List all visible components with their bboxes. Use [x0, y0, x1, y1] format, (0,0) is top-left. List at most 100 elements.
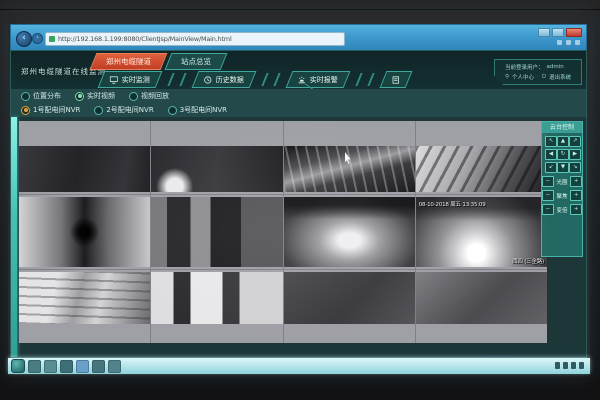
toolbar-divider — [167, 73, 186, 86]
camera-tile[interactable] — [19, 121, 150, 194]
radio-dot — [75, 92, 84, 101]
history-data-button[interactable]: 历史数据 — [192, 71, 257, 88]
monitor-icon — [110, 75, 118, 83]
taskbar-app-icon[interactable] — [44, 360, 57, 373]
camera-tile[interactable] — [416, 270, 547, 343]
iris-plus-button[interactable]: + — [570, 176, 582, 187]
minimize-button[interactable] — [538, 28, 550, 37]
tray-icon[interactable] — [555, 362, 560, 369]
pan-up-button[interactable]: ▲ — [557, 136, 569, 147]
monitoring-app: 郑州电缆隧道在线监测 郑州电缆隧道 站点总览 实时监测 — [10, 50, 587, 358]
pan-down-left-button[interactable]: ↙ — [545, 162, 557, 173]
history-clock-icon — [204, 75, 212, 83]
radio-nvr-2[interactable]: 2号配电间NVR — [94, 105, 153, 115]
address-bar[interactable]: http://192.168.1.199:8080/ClientJsp/Main… — [45, 32, 345, 46]
camera-tile[interactable] — [151, 121, 282, 194]
view-mode-row: 位置分布 实时视频 视频回放 — [11, 89, 586, 103]
tray-icon[interactable] — [563, 362, 568, 369]
zoom-label: 变倍 — [556, 206, 569, 214]
auto-scan-button[interactable]: ↻ — [557, 149, 569, 160]
radio-label: 1号配电间NVR — [33, 105, 80, 115]
button-label: 历史数据 — [216, 74, 244, 84]
logout-link[interactable]: 退出系统 — [549, 73, 571, 81]
settings-icon[interactable] — [575, 40, 580, 45]
pan-up-left-button[interactable]: ↖ — [545, 136, 557, 147]
camera-tile[interactable] — [151, 195, 282, 268]
toolbar-divider — [261, 73, 280, 86]
camera-tile[interactable] — [19, 195, 150, 268]
tab-site-overview[interactable]: 站点总览 — [165, 53, 228, 70]
radio-dot — [21, 92, 30, 101]
pan-left-button[interactable]: ◀ — [545, 149, 557, 160]
forward-button[interactable]: › — [32, 33, 43, 44]
ptz-panel-title: 云台控制 — [542, 122, 582, 133]
monitor-bezel-edge — [0, 9, 600, 10]
taskbar-app-icon[interactable] — [76, 360, 89, 373]
camera-feed — [19, 146, 150, 192]
nvr-select-row: 1号配电间NVR 2号配电间NVR 3号配电间NVR — [11, 103, 586, 117]
monitor-screen: ‹ › http://192.168.1.199:8080/ClientJsp/… — [8, 12, 590, 374]
filter-bar: 位置分布 实时视频 视频回放 1号配电间NVR 2号配电间N — [11, 89, 586, 118]
radio-live-video[interactable]: 实时视频 — [75, 91, 115, 101]
radio-location-map[interactable]: 位置分布 — [21, 91, 61, 101]
profile-link[interactable]: 个人中心 — [512, 73, 534, 81]
camera-tile[interactable] — [284, 270, 415, 343]
person-icon: ⚲ — [505, 74, 509, 80]
main-content: 08-10-2018 周五 13:35:09 西四 (三全路) 云台控制 ↖ ▲… — [11, 117, 586, 357]
button-label: 实时报警 — [310, 74, 338, 84]
camera-feed — [19, 197, 150, 266]
iris-minus-button[interactable]: − — [542, 176, 554, 187]
radio-label: 2号配电间NVR — [106, 105, 153, 115]
back-button[interactable]: ‹ — [16, 31, 32, 47]
browser-toolbar-icons — [557, 40, 580, 45]
radio-video-playback[interactable]: 视频回放 — [129, 91, 169, 101]
focus-plus-button[interactable]: + — [570, 190, 582, 201]
url-text[interactable]: http://192.168.1.199:8080/ClientJsp/Main… — [58, 35, 232, 43]
camera-tile[interactable] — [151, 270, 282, 343]
camera-feed — [416, 146, 547, 192]
camera-tile[interactable] — [19, 270, 150, 343]
pan-down-right-button[interactable]: ↘ — [569, 162, 581, 173]
taskbar-app-icon[interactable] — [28, 360, 41, 373]
camera-grid: 08-10-2018 周五 13:35:09 西四 (三全路) — [19, 121, 547, 343]
alarm-light-icon — [298, 75, 306, 83]
pan-right-button[interactable]: ▶ — [569, 149, 581, 160]
camera-tile[interactable] — [416, 121, 547, 194]
close-button[interactable] — [566, 28, 582, 37]
zoom-plus-button[interactable]: + — [570, 204, 582, 215]
user-info-panel: 当前登录用户： admin ⚲ 个人中心 · ⏻ 退出系统 — [494, 59, 582, 85]
login-user-line: 当前登录用户： admin — [505, 63, 581, 71]
favorites-icon[interactable] — [557, 40, 562, 45]
main-tabs: 郑州电缆隧道 站点总览 — [93, 53, 224, 68]
power-icon: ⏻ — [542, 74, 546, 81]
radio-nvr-3[interactable]: 3号配电间NVR — [168, 105, 227, 115]
radio-dot — [94, 106, 103, 115]
maximize-button[interactable] — [552, 28, 564, 37]
camera-feed — [284, 197, 415, 266]
tab-cable-tunnel[interactable]: 郑州电缆隧道 — [90, 53, 168, 70]
tray-icon[interactable] — [579, 362, 584, 369]
camera-tile[interactable]: 08-10-2018 周五 13:35:09 西四 (三全路) — [416, 195, 547, 268]
iris-control-row: − 光圈 + — [542, 176, 582, 187]
login-label: 当前登录用户： — [505, 63, 544, 71]
pan-down-button[interactable]: ▼ — [557, 162, 569, 173]
realtime-monitor-button[interactable]: 实时监测 — [98, 71, 163, 88]
zoom-minus-button[interactable]: − — [542, 204, 554, 215]
focus-minus-button[interactable]: − — [542, 190, 554, 201]
radio-nvr-1[interactable]: 1号配电间NVR — [21, 105, 80, 115]
system-tray — [555, 362, 584, 369]
camera-timestamp: 08-10-2018 周五 13:35:09 — [419, 200, 486, 208]
taskbar-app-icon[interactable] — [60, 360, 73, 373]
focus-control-row: − 聚焦 + — [542, 190, 582, 201]
camera-tile[interactable] — [284, 195, 415, 268]
taskbar-app-icon[interactable] — [92, 360, 105, 373]
radio-label: 实时视频 — [87, 91, 115, 101]
taskbar-app-icon[interactable] — [108, 360, 121, 373]
windows-taskbar — [8, 358, 590, 374]
tray-icon[interactable] — [571, 362, 576, 369]
home-icon[interactable] — [566, 40, 571, 45]
camera-channel-label: 西四 (三全路) — [512, 257, 544, 265]
camera-feed — [416, 272, 547, 324]
start-button[interactable] — [11, 359, 25, 373]
pan-up-right-button[interactable]: ↗ — [569, 136, 581, 147]
